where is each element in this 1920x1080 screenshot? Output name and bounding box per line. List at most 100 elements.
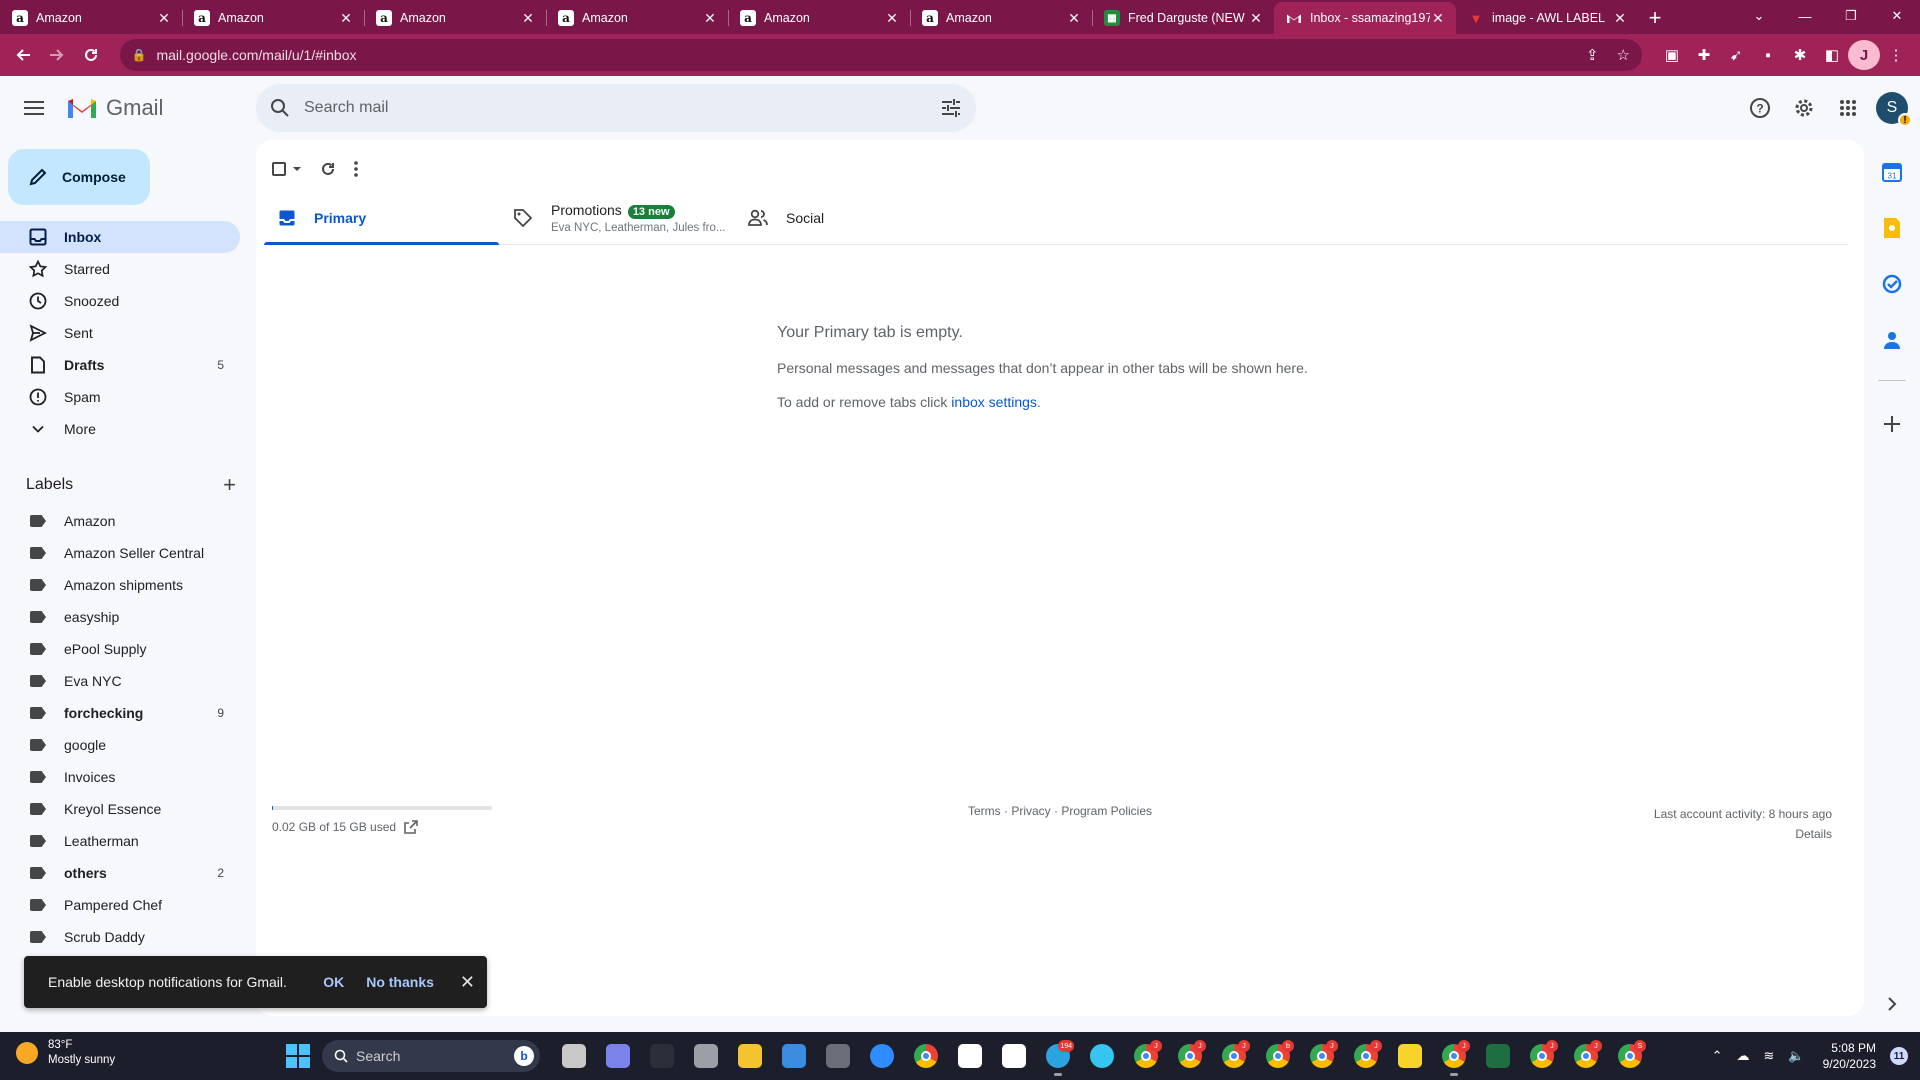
extensions-puzzle-icon[interactable]: ✱ <box>1784 40 1816 70</box>
more-actions-button[interactable] <box>354 154 358 184</box>
sidebar-item-drafts[interactable]: Drafts 5 <box>0 349 240 381</box>
chrome-icon[interactable]: J <box>1212 1038 1256 1074</box>
compose-button[interactable]: Compose <box>8 149 150 205</box>
teams-chat-icon[interactable] <box>596 1038 640 1074</box>
chrome-icon[interactable]: S <box>1608 1038 1652 1074</box>
close-tab-icon[interactable]: ✕ <box>1612 10 1628 27</box>
browser-tab[interactable]: a Amazon ✕ <box>182 2 364 34</box>
back-button[interactable] <box>8 40 38 70</box>
bing-icon[interactable]: b <box>514 1046 534 1066</box>
zoom-icon[interactable] <box>860 1038 904 1074</box>
close-icon[interactable]: ✕ <box>460 972 475 993</box>
activity-details-link[interactable]: Details <box>1654 824 1832 844</box>
new-tab-button[interactable]: + <box>1638 2 1672 34</box>
enable-notifications-ok-button[interactable]: OK <box>323 974 344 990</box>
search-bar[interactable] <box>256 84 976 132</box>
chrome-icon[interactable]: J <box>1168 1038 1212 1074</box>
chrome-icon[interactable] <box>904 1038 948 1074</box>
side-panel-icon[interactable]: ◧ <box>1816 40 1848 70</box>
sidebar-item-sent[interactable]: Sent <box>0 317 240 349</box>
notifications-badge[interactable]: 11 <box>1890 1047 1908 1065</box>
address-bar[interactable]: 🔒 mail.google.com/mail/u/1/#inbox ⇪ ☆ <box>119 39 1642 71</box>
tab-search-icon[interactable]: ⌄ <box>1736 0 1782 32</box>
browser-tab[interactable]: a Amazon ✕ <box>546 2 728 34</box>
get-addons-icon[interactable] <box>1880 412 1904 436</box>
label-item[interactable]: ePool Supply <box>0 633 240 665</box>
label-item[interactable]: Scrub Daddy <box>0 921 240 953</box>
calculator-icon[interactable] <box>816 1038 860 1074</box>
slack-icon[interactable] <box>1080 1038 1124 1074</box>
label-item[interactable]: easyship <box>0 601 240 633</box>
close-tab-icon[interactable]: ✕ <box>156 10 172 27</box>
label-item[interactable]: Pampered Chef <box>0 889 240 921</box>
tab-primary[interactable]: Primary <box>264 192 499 245</box>
close-tab-icon[interactable]: ✕ <box>338 10 354 27</box>
browser-tab[interactable]: a Amazon ✕ <box>0 2 182 34</box>
close-tab-icon[interactable]: ✕ <box>1248 10 1264 27</box>
label-item[interactable]: Amazon <box>0 505 240 537</box>
profile-button[interactable]: J <box>1847 40 1880 70</box>
browser-tab[interactable]: a Amazon ✕ <box>910 2 1092 34</box>
gmail-logo[interactable]: Gmail <box>66 95 163 121</box>
chrome-icon[interactable]: J <box>1300 1038 1344 1074</box>
show-hidden-icons-icon[interactable]: ⌃ <box>1712 1048 1723 1064</box>
expand-panel-icon[interactable] <box>1880 992 1904 1016</box>
browser-tab[interactable]: ▾ image - AWL LABEL ✕ <box>1456 2 1638 34</box>
close-tab-icon[interactable]: ✕ <box>520 10 536 27</box>
sticky-notes-icon[interactable] <box>1388 1038 1432 1074</box>
tab-promotions[interactable]: Promotions 13 new Eva NYC, Leatherman, Jul… <box>499 192 734 244</box>
external-link-icon[interactable] <box>404 820 418 834</box>
search-input[interactable] <box>304 99 940 117</box>
close-tab-icon[interactable]: ✕ <box>884 10 900 27</box>
settings-button[interactable] <box>1782 86 1826 130</box>
minimize-button[interactable]: — <box>1782 0 1828 32</box>
app-icon[interactable] <box>684 1038 728 1074</box>
forward-button[interactable] <box>42 40 72 70</box>
url-text[interactable]: mail.google.com/mail/u/1/#inbox <box>156 47 1567 63</box>
taskbar-search[interactable]: Search b <box>322 1040 540 1072</box>
inbox-settings-link[interactable]: inbox settings <box>951 394 1037 410</box>
excel-icon[interactable] <box>1476 1038 1520 1074</box>
label-item[interactable]: google <box>0 729 240 761</box>
browser-tab[interactable]: Inbox - ssamazing197 ✕ <box>1274 2 1456 34</box>
account-avatar[interactable]: S ! <box>1876 92 1912 127</box>
close-tab-icon[interactable]: ✕ <box>1430 10 1446 27</box>
label-item[interactable]: Amazon shipments <box>0 569 240 601</box>
site-info-icon[interactable]: 🔒 <box>132 48 147 62</box>
chrome-icon[interactable]: J <box>1432 1038 1476 1076</box>
stocks-app-icon[interactable] <box>992 1038 1036 1074</box>
telegram-icon[interactable]: 194 <box>1036 1038 1080 1076</box>
sidebar-item-starred[interactable]: Starred <box>0 253 240 285</box>
label-item[interactable]: Leatherman <box>0 825 240 857</box>
browser-tab[interactable]: a Amazon ✕ <box>728 2 910 34</box>
contacts-icon[interactable] <box>1880 328 1904 352</box>
label-item[interactable]: Kreyol Essence <box>0 793 240 825</box>
chrome-icon[interactable]: J <box>1344 1038 1388 1074</box>
search-icon[interactable] <box>270 98 290 118</box>
volume-icon[interactable]: 🔈 <box>1788 1048 1804 1064</box>
weather-widget[interactable]: 83°F Mostly sunny <box>16 1038 115 1068</box>
task-view-icon[interactable] <box>552 1038 596 1074</box>
chrome-icon[interactable]: J <box>1520 1038 1564 1074</box>
browser-menu-icon[interactable]: ⋮ <box>1880 40 1912 70</box>
keep-icon[interactable] <box>1880 216 1904 240</box>
no-thanks-button[interactable]: No thanks <box>366 974 434 990</box>
stocks-app-icon[interactable] <box>948 1038 992 1074</box>
sidebar-item-more[interactable]: More <box>0 413 240 445</box>
create-label-icon[interactable]: + <box>223 472 236 498</box>
browser-tab[interactable]: a Amazon ✕ <box>364 2 546 34</box>
close-tab-icon[interactable]: ✕ <box>702 10 718 27</box>
wifi-icon[interactable]: ≋ <box>1764 1048 1775 1064</box>
main-menu-icon[interactable] <box>22 96 46 120</box>
onedrive-icon[interactable]: ☁ <box>1737 1048 1750 1064</box>
share-icon[interactable]: ⇪ <box>1586 46 1599 64</box>
label-item[interactable]: Eva NYC <box>0 665 240 697</box>
refresh-button[interactable] <box>320 154 336 184</box>
chrome-icon[interactable]: J <box>1564 1038 1608 1074</box>
support-button[interactable]: ? <box>1738 86 1782 130</box>
chrome-icon[interactable]: b <box>1256 1038 1300 1074</box>
label-item[interactable]: Amazon Seller Central <box>0 537 240 569</box>
extension-icon[interactable]: ➹ <box>1720 40 1752 70</box>
nzxt-icon[interactable] <box>640 1038 684 1074</box>
extension-icon[interactable]: ✚ <box>1688 40 1720 70</box>
